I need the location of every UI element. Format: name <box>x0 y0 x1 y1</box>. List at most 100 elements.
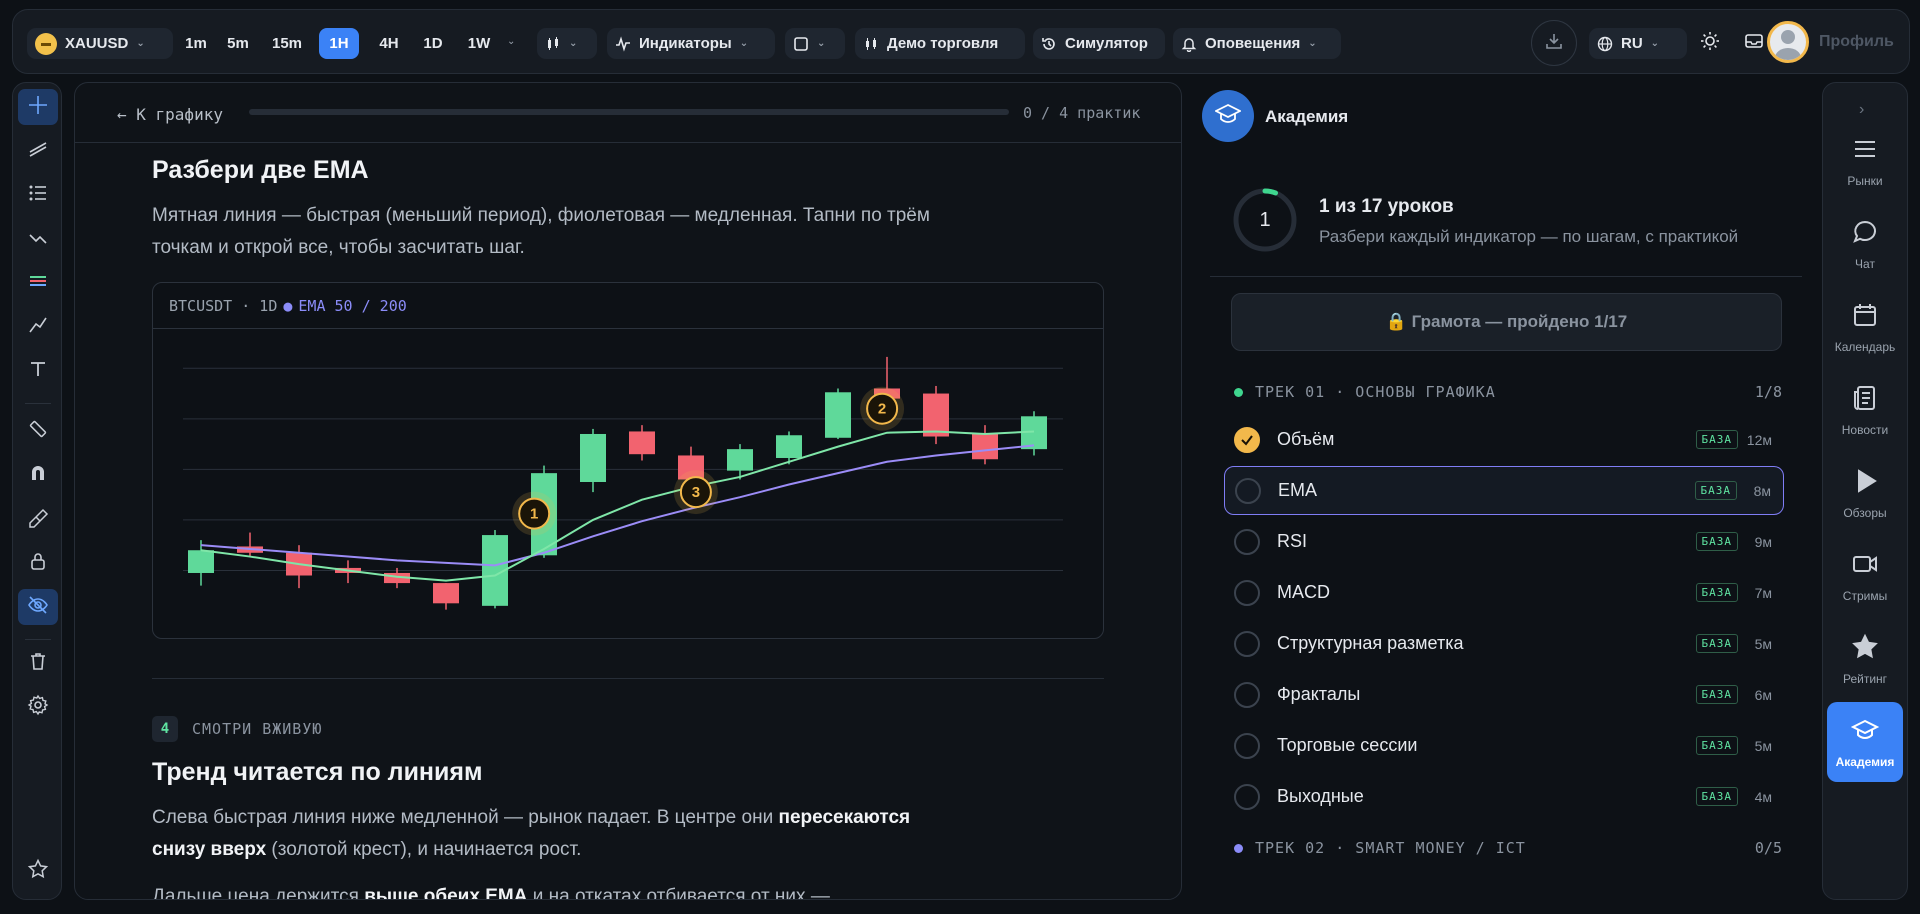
lesson-name: Фракталы <box>1277 684 1361 704</box>
download-button[interactable] <box>1531 20 1577 66</box>
collapse-chevron-icon[interactable]: › <box>1859 101 1864 119</box>
nav-item-6[interactable]: Рейтинг <box>1827 619 1903 699</box>
timeframe-15m[interactable]: 15m <box>267 28 307 59</box>
ruler-tool[interactable] <box>18 413 58 449</box>
symbol-selector[interactable]: ▬ XAUUSD ⌄ <box>27 28 173 59</box>
level-badge: БАЗА <box>1694 481 1737 500</box>
lesson-duration: 7м <box>1754 584 1772 601</box>
brush-icon <box>27 506 49 533</box>
track-02-header[interactable]: ТРЕК 02 · SMART MONEY / ICT 0/5 <box>1234 839 1782 857</box>
simulator-label: Симулятор <box>1065 35 1148 52</box>
timeframe-5m[interactable]: 5m <box>221 28 255 59</box>
chart-symbol: BTCUSDT · 1D <box>169 296 278 315</box>
lesson-row[interactable]: EMA БАЗА 8м <box>1224 466 1784 515</box>
trend-title: Тренд читается по линиям <box>152 758 483 786</box>
chevron-down-icon: ⌄ <box>739 38 749 49</box>
empty-circle-icon <box>1234 579 1260 606</box>
delete-tool[interactable] <box>18 645 58 681</box>
nav-item-3[interactable]: Новости <box>1827 370 1903 450</box>
hide-drawings-tool[interactable] <box>18 589 58 625</box>
polyline-icon <box>27 314 49 341</box>
lesson-duration: 4м <box>1754 788 1772 805</box>
lock-tool[interactable] <box>18 545 58 581</box>
candles-icon <box>545 36 561 52</box>
history-icon <box>1041 36 1057 52</box>
simulator-button[interactable]: Симулятор <box>1033 28 1165 59</box>
section-divider <box>152 678 1104 679</box>
certificate-button[interactable]: 🔒 Грамота — пройдено 1/17 <box>1231 293 1782 351</box>
theme-toggle[interactable] <box>1697 30 1723 56</box>
zigzag-tool[interactable] <box>18 221 58 257</box>
lesson-row[interactable]: Выходные БАЗА 4м <box>1224 772 1784 821</box>
level-badge: БАЗА <box>1695 787 1738 806</box>
indicators-button[interactable]: Индикаторы ⌄ <box>607 28 775 59</box>
candle-body <box>580 433 606 482</box>
timeframe-1m[interactable]: 1m <box>181 28 211 59</box>
level-badge: БАЗА <box>1695 532 1738 551</box>
trend-paragraph-1: Слева быстрая линия ниже медленной — рын… <box>152 802 942 866</box>
language-label: RU <box>1621 35 1643 52</box>
lesson-name: Выходные <box>1277 786 1364 806</box>
timeframes-more-icon[interactable]: ⌄ <box>507 36 515 47</box>
text-tool[interactable] <box>18 353 58 389</box>
trendline-icon <box>27 138 49 165</box>
lesson-row[interactable]: Фракталы БАЗА 6м <box>1224 670 1784 719</box>
track-01-header[interactable]: ТРЕК 01 · ОСНОВЫ ГРАФИКА 1/8 <box>1234 383 1782 401</box>
timeframe-4h[interactable]: 4H <box>371 28 407 59</box>
trend-paragraph-2: Дальше цена держится выше обеих EMA и на… <box>152 881 942 899</box>
ema-chart: 1 3 2 <box>183 356 1063 610</box>
nav-item-7[interactable]: Академия <box>1827 702 1903 782</box>
layout-selector[interactable]: ⌄ <box>785 28 845 59</box>
lesson-name: Структурная разметка <box>1277 633 1464 653</box>
demo-trading-button[interactable]: Демо торговля <box>855 28 1025 59</box>
timeframe-1d[interactable]: 1D <box>417 28 449 59</box>
nav-item-0[interactable]: Рынки <box>1827 121 1903 201</box>
sun-icon <box>1700 31 1720 56</box>
square-icon <box>793 36 809 52</box>
profile-label: Профиль <box>1819 33 1894 50</box>
back-to-chart-link[interactable]: ← К графику <box>117 105 223 124</box>
chart-type-selector[interactable]: ⌄ <box>537 28 597 59</box>
news-icon <box>1851 384 1879 415</box>
lesson-row[interactable]: RSI БАЗА 9м <box>1224 517 1784 566</box>
crosshair-tool[interactable] <box>18 89 58 125</box>
inbox-button[interactable] <box>1741 30 1767 56</box>
candle-icon <box>863 36 879 52</box>
nav-item-1[interactable]: Чат <box>1827 204 1903 284</box>
favorites-tool[interactable] <box>18 853 58 889</box>
profile-button[interactable]: Профиль <box>1767 17 1909 67</box>
timeframe-1w[interactable]: 1W <box>461 28 497 59</box>
nav-label: Обзоры <box>1843 505 1887 520</box>
academy-divider <box>1210 276 1802 277</box>
practice-progress-bar <box>249 109 1009 115</box>
demo-trading-label: Демо торговля <box>887 35 999 52</box>
trendline-tool[interactable] <box>18 133 58 169</box>
lesson-row[interactable]: Торговые сессии БАЗА 5м <box>1224 721 1784 770</box>
nav-item-2[interactable]: Календарь <box>1827 287 1903 367</box>
magnet-tool[interactable] <box>18 457 58 493</box>
list-tool[interactable] <box>18 177 58 213</box>
timeframe-1h[interactable]: 1H <box>319 28 359 59</box>
bell-icon <box>1181 36 1197 52</box>
nav-item-4[interactable]: Обзоры <box>1827 453 1903 533</box>
section-title: Разбери две EMA <box>152 156 369 184</box>
language-selector[interactable]: RU ⌄ <box>1589 28 1687 59</box>
toolbar-divider <box>25 639 51 640</box>
settings-tool[interactable] <box>18 689 58 725</box>
track-dot <box>1234 843 1243 853</box>
nav-item-5[interactable]: Стримы <box>1827 536 1903 616</box>
top-toolbar: ▬ XAUUSD ⌄ 1m 5m 15m 1H 4H 1D 1W ⌄ ⌄ Индикатор… <box>12 9 1910 74</box>
candle-body <box>972 433 998 460</box>
polyline-tool[interactable] <box>18 309 58 345</box>
practice-count: 0 / 4 практик <box>1023 104 1141 122</box>
avatar <box>1767 21 1809 63</box>
brush-tool[interactable] <box>18 501 58 537</box>
lesson-row[interactable]: Структурная разметка БАЗА 5м <box>1224 619 1784 668</box>
lesson-row[interactable]: MACD БАЗА 7м <box>1224 568 1784 617</box>
chevron-down-icon: ⌄ <box>136 38 145 49</box>
lesson-row[interactable]: Объём БАЗА 12м <box>1224 415 1784 464</box>
ribbons-tool[interactable] <box>18 265 58 301</box>
candle-body <box>188 550 214 573</box>
alerts-button[interactable]: Оповещения ⌄ <box>1173 28 1341 59</box>
graduation-cap-icon <box>1213 101 1243 132</box>
